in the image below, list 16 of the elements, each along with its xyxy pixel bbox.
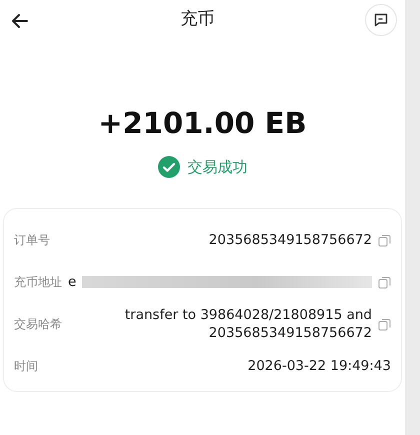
copy-icon[interactable] xyxy=(378,318,391,330)
detail-label: 交易哈希 xyxy=(14,316,62,333)
detail-value: 2035685349158756672 xyxy=(208,230,372,250)
status-label: 交易成功 xyxy=(188,156,248,178)
detail-value: e xyxy=(68,272,76,292)
page-title: 充币 xyxy=(180,8,214,32)
detail-value: 2026-03-22 19:49:43 xyxy=(246,356,391,376)
chat-icon xyxy=(373,12,389,28)
detail-label: 充币地址 xyxy=(14,274,62,291)
copy-icon[interactable] xyxy=(378,276,391,288)
message-button[interactable] xyxy=(365,4,397,36)
copy-icon[interactable] xyxy=(378,234,391,246)
detail-label: 订单号 xyxy=(14,232,50,249)
detail-label: 时间 xyxy=(14,358,38,375)
amount: +2101.00 EB xyxy=(98,105,307,142)
detail-value: transfer to 39864028/21808915 and 2035685349158756672 xyxy=(124,306,372,342)
